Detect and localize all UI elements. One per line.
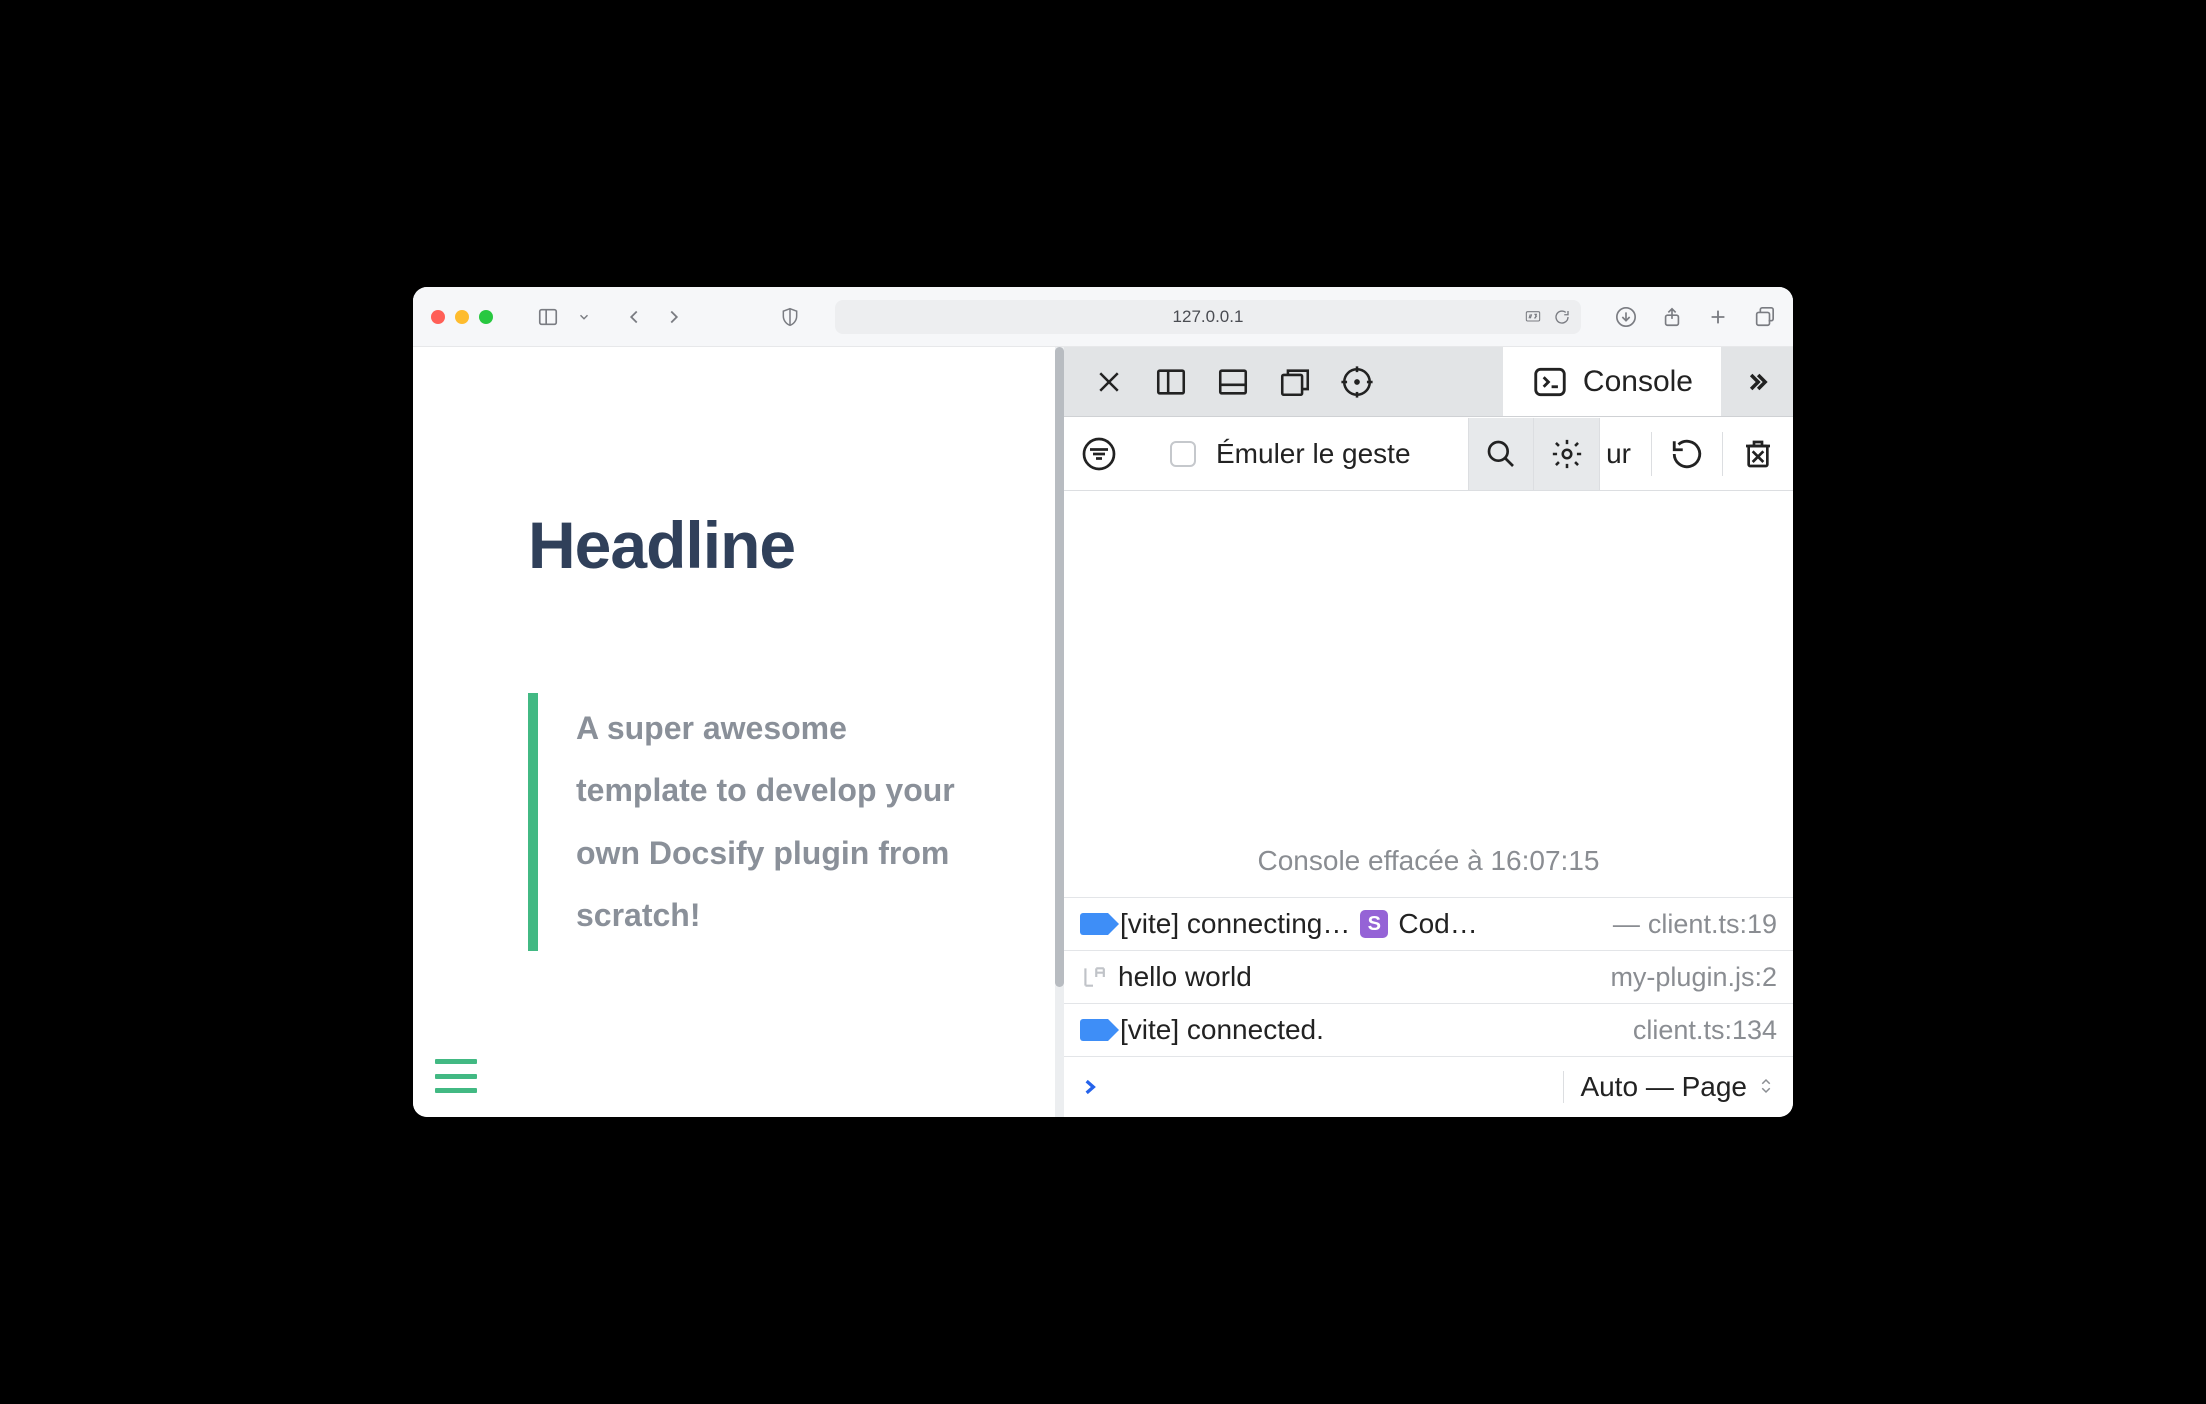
console-tab[interactable]: Console	[1503, 347, 1721, 416]
hamburger-menu-button[interactable]	[435, 1059, 477, 1093]
devtools-panel: Console Émuler le geste	[1063, 347, 1793, 1117]
console-source-link[interactable]: —client.ts:19	[1613, 909, 1777, 940]
console-entry[interactable]: [vite] connecting… S Cod… —client.ts:19	[1064, 898, 1793, 951]
emulate-gesture-checkbox[interactable]	[1170, 441, 1196, 467]
truncated-text: ur	[1606, 438, 1631, 470]
console-message: [vite] connecting… S Cod…	[1120, 908, 1601, 940]
webpage-viewport: Headline A super awesome template to dev…	[413, 347, 1063, 1117]
console-tab-label: Console	[1583, 365, 1693, 399]
emulate-gesture-label: Émuler le geste	[1216, 438, 1411, 470]
source-map-badge: S	[1360, 910, 1388, 938]
console-entry[interactable]: [vite] connected. client.ts:134	[1064, 1004, 1793, 1057]
updown-chevron-icon	[1757, 1075, 1777, 1099]
close-devtools-icon[interactable]	[1092, 365, 1126, 399]
console-message: hello world	[1118, 961, 1598, 993]
browser-window: 127.0.0.1	[413, 287, 1793, 1117]
sidebar-toggle-icon[interactable]	[537, 306, 559, 328]
console-cleared-message: Console effacée à 16:07:15	[1064, 491, 1793, 897]
scrollbar-thumb[interactable]	[1055, 347, 1064, 987]
address-text: 127.0.0.1	[1173, 307, 1244, 327]
clear-console-button[interactable]	[1737, 433, 1779, 475]
reload-console-button[interactable]	[1666, 433, 1708, 475]
console-settings-button[interactable]	[1534, 418, 1600, 490]
content-area: Headline A super awesome template to dev…	[413, 347, 1793, 1117]
tabs-overview-icon[interactable]	[1753, 306, 1775, 328]
reload-icon[interactable]	[1553, 308, 1571, 326]
console-entries: [vite] connecting… S Cod… —client.ts:19	[1064, 897, 1793, 1057]
address-bar[interactable]: 127.0.0.1	[835, 300, 1581, 334]
execution-context-selector[interactable]: Auto — Page	[1563, 1071, 1777, 1103]
console-prompt[interactable]: Auto — Page	[1064, 1057, 1793, 1117]
browser-toolbar: 127.0.0.1	[413, 287, 1793, 347]
console-source-link[interactable]: my-plugin.js:2	[1610, 962, 1777, 993]
page-title: Headline	[528, 507, 1008, 583]
search-console-button[interactable]	[1468, 418, 1534, 490]
devtools-tabbar: Console	[1064, 347, 1793, 417]
console-body: Console effacée à 16:07:15 [vite] connec…	[1064, 491, 1793, 1117]
scrollbar[interactable]	[1055, 347, 1064, 1117]
chevron-down-icon[interactable]	[577, 306, 591, 328]
back-button[interactable]	[623, 306, 645, 328]
log-level-info-icon	[1080, 913, 1108, 935]
log-level-info-icon	[1080, 1019, 1108, 1041]
new-tab-icon[interactable]	[1707, 306, 1729, 328]
console-source-link[interactable]: client.ts:134	[1633, 1015, 1777, 1046]
window-zoom-button[interactable]	[479, 310, 493, 324]
prompt-chevron-icon	[1080, 1077, 1100, 1097]
window-close-button[interactable]	[431, 310, 445, 324]
blockquote: A super awesome template to develop your…	[528, 693, 1008, 951]
console-message: [vite] connected.	[1120, 1014, 1621, 1046]
dock-window-icon[interactable]	[1278, 365, 1312, 399]
translate-icon[interactable]	[1523, 309, 1543, 325]
log-level-log-icon	[1080, 964, 1106, 990]
filter-menu-icon[interactable]	[1078, 433, 1120, 475]
traffic-lights	[431, 310, 493, 324]
share-icon[interactable]	[1661, 306, 1683, 328]
tabs-overflow-button[interactable]	[1721, 347, 1793, 416]
window-minimize-button[interactable]	[455, 310, 469, 324]
dock-bottom-icon[interactable]	[1216, 365, 1250, 399]
console-toolbar: Émuler le geste ur	[1064, 417, 1793, 491]
shield-icon[interactable]	[779, 306, 801, 328]
console-entry[interactable]: hello world my-plugin.js:2	[1064, 951, 1793, 1004]
blockquote-text: A super awesome template to develop your…	[576, 697, 956, 947]
inspect-element-icon[interactable]	[1340, 365, 1374, 399]
downloads-icon[interactable]	[1615, 306, 1637, 328]
dock-left-icon[interactable]	[1154, 365, 1188, 399]
console-icon	[1531, 363, 1569, 401]
forward-button[interactable]	[663, 306, 685, 328]
